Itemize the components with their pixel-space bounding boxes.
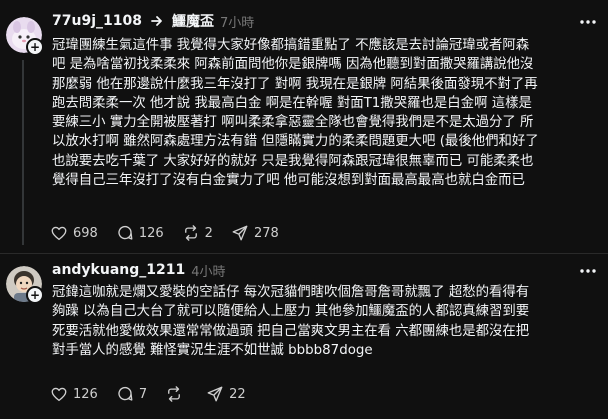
repost-arrows-icon xyxy=(168,386,181,402)
post-header: 77u9j_1108 鱷魔盃 7小時 xyxy=(52,11,254,31)
post-body-line: 以放水打啊 雖然阿森處理方法有錯 但隱瞞實力的柔柔問題更大吧 (最後他們和好了 xyxy=(52,134,539,150)
repost-button[interactable]: 2 xyxy=(182,224,213,242)
like-button[interactable]: 698 xyxy=(50,224,98,242)
share-button[interactable]: 278 xyxy=(231,224,279,242)
like-count: 126 xyxy=(73,386,98,402)
repost-button[interactable] xyxy=(165,385,188,403)
heart-icon xyxy=(51,387,67,402)
thread-connector-line xyxy=(22,60,24,245)
post-body-line: 也說要去吃千葉了 大家好好的就好 只是我覺得阿森跟冠瑋很無辜而已 可能柔柔也 xyxy=(52,153,534,169)
post-timestamp: 4小時 xyxy=(191,264,226,280)
post-body-line: 對手當人的感覺 難怪實況生涯不如世誠 bbbb87doge xyxy=(52,342,373,358)
post-body: 冠鍏這咖就是爛又愛裝的空話仔 每次冠貓們瞎吹個詹哥詹哥就飄了 超愁的看得有 夠躁… xyxy=(52,283,600,360)
repost-count: 2 xyxy=(204,225,213,241)
post-body-line: 跑去問柔柔一次 他才說 我最高白金 啊是在幹喔 對面T1撒哭羅也是白金啊 這樣是 xyxy=(52,95,532,111)
post-body-line: 吧 是為啥當初找柔柔來 阿森前面問他你是銀牌嗎 因為他聽到對面撒哭羅講說他沒 xyxy=(52,57,534,73)
post-body-line: 冠瑋團練生氣這件事 我覺得大家好像都搞錯重點了 不應該是去討論冠瑋或者阿森 xyxy=(52,38,530,53)
like-count: 698 xyxy=(73,225,98,241)
post-body-line: 要練三小 實力全開被壓著打 啊叫柔柔拿惡靈全隊也會覺得我們是不是太過分了 所 xyxy=(52,115,534,131)
comment-button[interactable]: 7 xyxy=(116,385,147,403)
more-dots-icon[interactable] xyxy=(578,12,598,32)
more-dots-icon[interactable] xyxy=(578,261,598,281)
comment-button[interactable]: 126 xyxy=(116,224,164,242)
post-body-line: 死要活就他愛做效果還常常做過頭 把自己當爽文男主在看 六都團練也是都沒在把 xyxy=(52,323,530,339)
paper-plane-icon xyxy=(232,225,248,241)
share-count: 22 xyxy=(229,386,246,402)
username[interactable]: andykuang_1211 xyxy=(52,262,185,278)
follow-plus-icon[interactable]: + xyxy=(26,286,44,304)
replied-to-username[interactable]: 鱷魔盃 xyxy=(172,11,214,31)
comment-count: 126 xyxy=(138,225,164,241)
post-actions: 698 126 2 278 xyxy=(50,222,297,244)
post-actions: 126 7 22 xyxy=(50,383,264,405)
post-body-line: 覺得自己三年沒打了沒有白金實力了吧 他可能沒想到對面最高最高也就白金而已 xyxy=(52,173,525,189)
post-body-line: 冠鍏這咖就是爛又愛裝的空話仔 每次冠貓們瞎吹個詹哥詹哥就飄了 超愁的看得有 xyxy=(52,285,530,300)
comment-bubble-icon xyxy=(118,386,133,401)
post-body-line: 夠躁 以為自己大台了就可以隨便給人上壓力 其他參加鱷魔盃的人都認真練習到要 xyxy=(52,304,530,320)
comment-count: 7 xyxy=(138,386,148,402)
reply-arrow-icon xyxy=(151,16,162,26)
share-button[interactable]: 22 xyxy=(206,385,246,403)
like-button[interactable]: 126 xyxy=(50,385,98,403)
post-header: andykuang_1211 4小時 xyxy=(52,260,226,280)
share-count: 278 xyxy=(253,225,279,241)
thread-post: + 77u9j_1108 鱷魔盃 7小時 冠瑋團練生氣這件事 我覺得大家好像都搞… xyxy=(0,0,608,252)
post-body: 冠瑋團練生氣這件事 我覺得大家好像都搞錯重點了 不應該是去討論冠瑋或者阿森 吧 … xyxy=(52,36,600,190)
comment-bubble-icon xyxy=(118,225,133,240)
thread-post: + andykuang_1211 4小時 冠鍏這咖就是爛又愛裝的空話仔 每次冠貓… xyxy=(0,255,608,419)
repost-arrows-icon xyxy=(184,225,197,241)
username[interactable]: 77u9j_1108 xyxy=(52,13,142,29)
post-timestamp: 7小時 xyxy=(219,15,255,31)
follow-plus-icon[interactable]: + xyxy=(26,38,44,56)
post-divider xyxy=(0,253,608,254)
paper-plane-icon xyxy=(207,386,223,402)
heart-icon xyxy=(51,226,67,241)
post-body-line: 那麼弱 他在那邊說什麼我三年沒打了 對啊 我現在是銀牌 阿結果後面發現不對了再 xyxy=(52,76,538,92)
